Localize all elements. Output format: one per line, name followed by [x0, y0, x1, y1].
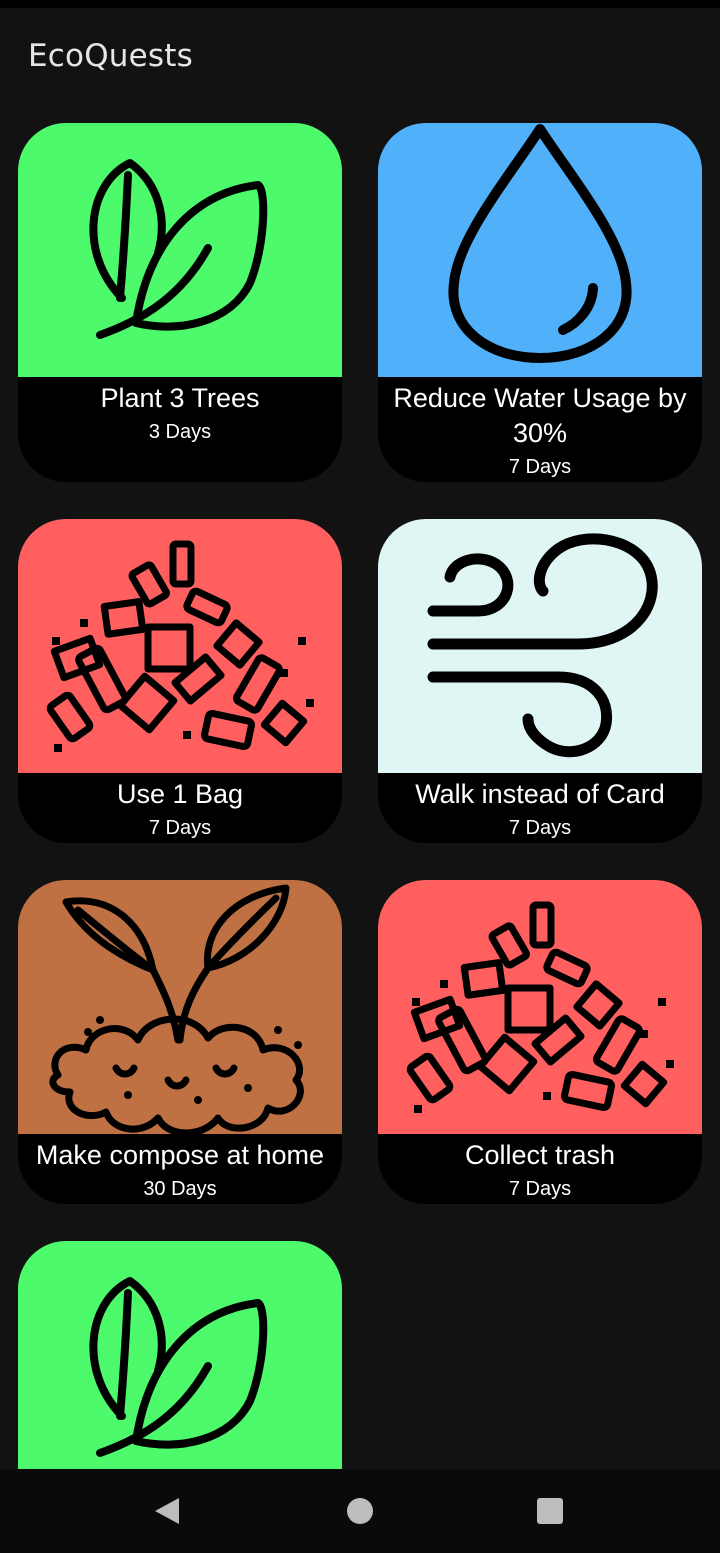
recents-button[interactable] — [490, 1469, 610, 1553]
trash-pile-icon — [46, 540, 314, 752]
quest-card-image — [378, 880, 702, 1134]
water-drop-icon — [448, 124, 632, 363]
navigation-bar — [0, 1469, 720, 1553]
back-button[interactable] — [107, 1469, 227, 1553]
wind-icon — [427, 533, 658, 758]
quest-title: Walk instead of Card — [415, 779, 665, 809]
quest-card-walk[interactable]: Walk instead of Card 7 Days — [378, 519, 702, 843]
quest-duration: 7 Days — [508, 456, 572, 478]
recents-icon — [537, 1498, 563, 1524]
quest-card-use-bag[interactable]: Use 1 Bag 7 Days — [18, 519, 342, 843]
home-icon — [347, 1498, 373, 1524]
quest-duration: 3 Days — [148, 421, 212, 443]
quest-duration: 7 Days — [508, 1178, 572, 1200]
quest-card-compost[interactable]: Make compose at home 30 Days — [18, 880, 342, 1204]
leaf-icon — [89, 1277, 268, 1457]
quest-title: Reduce Water Usage by 30% — [393, 383, 687, 448]
quest-duration: 7 Days — [148, 817, 212, 839]
quest-card-collect-trash[interactable]: Collect trash 7 Days — [378, 880, 702, 1204]
back-icon — [155, 1498, 179, 1524]
quest-duration: 30 Days — [143, 1178, 217, 1200]
quest-card-image — [18, 1241, 342, 1469]
status-bar — [0, 0, 720, 8]
quest-title: Collect trash — [464, 1140, 616, 1170]
app-title: EcoQuests — [28, 38, 193, 74]
quest-title: Make compose at home — [35, 1140, 325, 1170]
quest-card-partial[interactable] — [18, 1241, 342, 1469]
quest-card-image — [378, 519, 702, 773]
quest-duration: 7 Days — [508, 817, 572, 839]
trash-pile-icon — [406, 901, 674, 1113]
sprout-soil-icon — [49, 884, 304, 1134]
quest-title: Plant 3 Trees — [100, 383, 260, 413]
home-button[interactable] — [300, 1469, 420, 1553]
quest-card-image — [18, 123, 342, 377]
quest-card-image — [378, 123, 702, 377]
quest-card-plant-trees[interactable]: Plant 3 Trees 3 Days — [18, 123, 342, 482]
quest-title: Use 1 Bag — [116, 779, 244, 809]
leaf-icon — [89, 159, 268, 339]
quest-card-image — [18, 519, 342, 773]
quest-card-image — [18, 880, 342, 1134]
quest-card-reduce-water[interactable]: Reduce Water Usage by 30% 7 Days — [378, 123, 702, 482]
